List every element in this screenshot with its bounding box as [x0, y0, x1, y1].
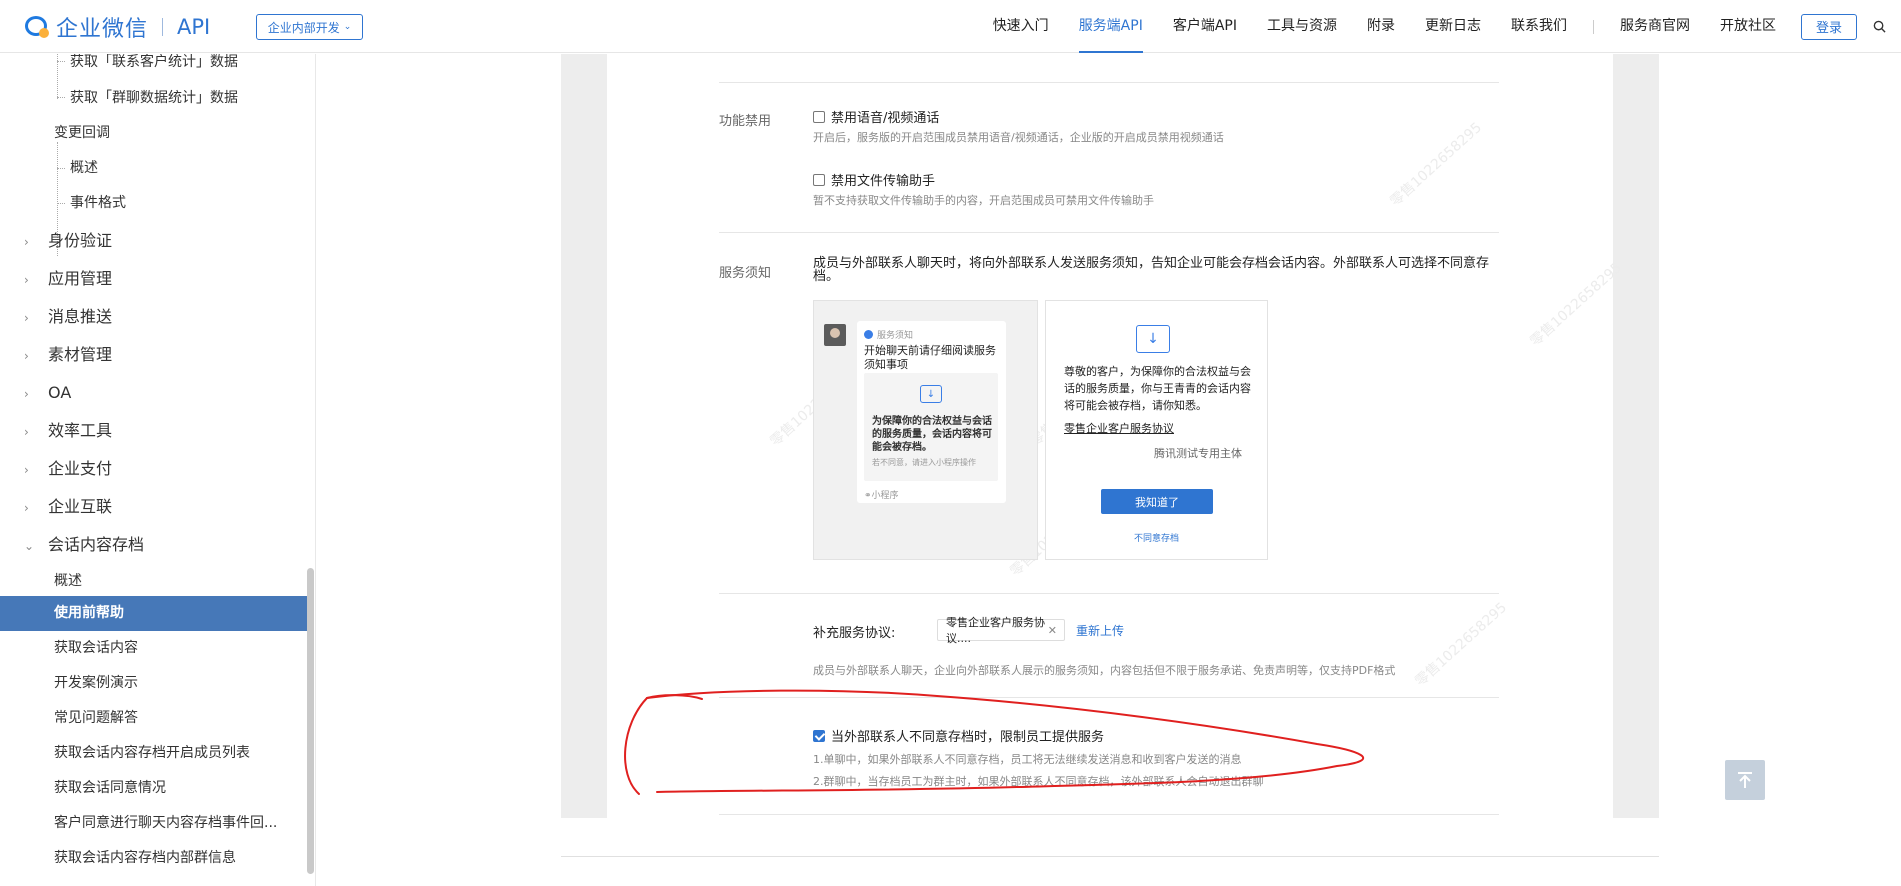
sidebar-item-app-manage[interactable]: › 应用管理 [0, 260, 307, 298]
notice-card: 服务须知 开始聊天前请仔细阅读服务须知事项 ↓ 为保障你的合法权益与会话的服务质… [857, 321, 1006, 503]
option-disable-file-helper-desc: 暂不支持获取文件传输助手的内容，开启范围成员可禁用文件传输助手 [813, 194, 1154, 207]
avatar [824, 324, 846, 346]
main-content: 零售1022658295 零售1022658295 零售1022658295 零… [317, 54, 1901, 886]
disagree-link[interactable]: 不同意存档 [1134, 531, 1179, 544]
sidebar-item-consent[interactable]: 获取会话同意情况 [0, 771, 307, 806]
sidebar: 获取「联系客户统计」数据 获取「群聊数据统计」数据 变更回调 概述 事件格式 ›… [0, 54, 316, 886]
close-icon[interactable]: ✕ [1048, 624, 1057, 637]
chevron-right-icon: › [24, 463, 29, 477]
chevron-right-icon: › [24, 273, 29, 287]
sidebar-item-dev-demo[interactable]: 开发案例演示 [0, 666, 307, 701]
chevron-right-icon: › [24, 349, 29, 363]
notice-dot-icon [864, 330, 873, 339]
chevron-down-icon: ⌄ [24, 539, 35, 553]
sidebar-item-member-list[interactable]: 获取会话内容存档开启成员列表 [0, 736, 307, 771]
mini-program-tag: ⚭小程序 [864, 491, 899, 501]
download-icon: ↓ [920, 385, 942, 403]
entity-name: 腾讯测试专用主体 [1154, 447, 1242, 460]
restrict-desc-1: 1.单聊中，如果外部联系人不同意存档，员工将无法继续发送消息和收到客户发送的消息 [813, 753, 1242, 766]
restrict-desc-2: 2.群聊中，当存档员工为群主时，如果外部联系人不同意存档，该外部联系人会自动退出… [813, 775, 1264, 788]
chevron-down-icon: ⌄ [343, 22, 352, 32]
sidebar-item-chat-archive[interactable]: ⌄ 会话内容存档 [0, 526, 307, 564]
sidebar-item-message-push[interactable]: › 消息推送 [0, 298, 307, 336]
supplement-desc: 成员与外部联系人聊天，企业向外部联系人展示的服务须知，内容包括但不限于服务承诺、… [813, 664, 1396, 677]
nav-server-api[interactable]: 服务端API [1064, 0, 1158, 53]
nav-tools[interactable]: 工具与资源 [1252, 0, 1352, 53]
sidebar-item-faq[interactable]: 常见问题解答 [0, 701, 307, 736]
sidebar-item-change-callback[interactable]: 变更回调 [0, 116, 307, 150]
reupload-link[interactable]: 重新上传 [1076, 622, 1124, 639]
acknowledge-button[interactable]: 我知道了 [1101, 489, 1213, 514]
sidebar-item-group-stats[interactable]: 获取「群聊数据统计」数据 [0, 81, 307, 115]
download-icon: ↓ [1136, 325, 1170, 353]
voice-checkbox[interactable] [813, 111, 825, 123]
option-disable-voice-desc: 开启后，服务版的开启范围成员禁用语音/视频通话，企业版的开启成员禁用视频通话 [813, 131, 1224, 144]
chevron-right-icon: › [24, 235, 29, 249]
sidebar-scrollbar[interactable] [307, 568, 314, 874]
dev-type-select[interactable]: 企业内部开发 ⌄ [256, 14, 363, 40]
login-button[interactable]: 登录 [1801, 13, 1857, 40]
top-header: 企业微信 API 企业内部开发 ⌄ 快速入门 服务端API 客户端API 工具与… [0, 0, 1901, 53]
restrict-service-option[interactable]: 当外部联系人不同意存档时，限制员工提供服务 [813, 726, 1104, 745]
service-agreement-link[interactable]: 零售企业客户服务协议 [1064, 420, 1174, 436]
notice-detail-text: 尊敬的客户，为保障你的合法权益与会话的服务质量，你与王青青的会话内容将可能会被存… [1064, 365, 1251, 412]
sidebar-item-interconnect[interactable]: › 企业互联 [0, 488, 307, 526]
option-disable-voice[interactable]: 禁用语音/视频通话 [813, 107, 939, 126]
sidebar-item-event-format[interactable]: 事件格式 [0, 186, 307, 220]
service-notice-text: 成员与外部联系人聊天时，将向外部联系人发送服务须知，告知企业可能会存档会话内容。… [813, 256, 1490, 284]
sidebar-item-callback-overview[interactable]: 概述 [0, 151, 307, 185]
nav-appendix[interactable]: 附录 [1352, 0, 1410, 53]
search-icon[interactable] [1857, 0, 1901, 53]
nav-community[interactable]: 开放社区 [1705, 0, 1791, 53]
chevron-right-icon: › [24, 387, 29, 401]
sidebar-item-get-chat[interactable]: 获取会话内容 [0, 631, 307, 666]
site-logo[interactable]: 企业微信 API [24, 12, 210, 42]
sidebar-item-consent-event[interactable]: 客户同意进行聊天内容存档事件回... [0, 806, 307, 841]
notice-inner-note: 若不同意，请进入小程序操作 [872, 458, 976, 467]
nav-provider-site[interactable]: 服务商官网 [1605, 0, 1705, 53]
option-disable-file-helper[interactable]: 禁用文件传输助手 [813, 170, 935, 189]
service-notice-label: 服务须知 [719, 266, 772, 281]
file-helper-checkbox[interactable] [813, 174, 825, 186]
nav-changelog[interactable]: 更新日志 [1410, 0, 1496, 53]
logo-api: API [177, 15, 211, 39]
sidebar-item-auth[interactable]: › 身份验证 [0, 222, 307, 260]
logo-text: 企业微信 [56, 17, 149, 42]
link-icon: ⚭ [864, 491, 872, 501]
sidebar-item-media[interactable]: › 素材管理 [0, 336, 307, 374]
arrow-up-icon [1738, 772, 1752, 788]
nav-client-api[interactable]: 客户端API [1158, 0, 1252, 53]
sidebar-item-contact-stats[interactable]: 获取「联系客户统计」数据 [0, 54, 307, 70]
sidebar-item-oa[interactable]: › OA [0, 374, 307, 412]
supplement-label: 补充服务协议: [813, 626, 896, 641]
chevron-right-icon: › [24, 425, 29, 439]
sidebar-item-group-info[interactable]: 获取会话内容存档内部群信息 [0, 841, 307, 876]
feature-disable-label: 功能禁用 [719, 114, 772, 129]
sidebar-item-pre-use-help[interactable]: 使用前帮助 [0, 596, 307, 631]
chevron-right-icon: › [24, 311, 29, 325]
wecom-logo-icon [24, 13, 52, 41]
supplement-file-tag[interactable]: 零售企业客户服务协议.... ✕ [937, 616, 1065, 645]
sidebar-item-archive-overview[interactable]: 概述 [0, 564, 307, 599]
notice-preview-chat: 服务须知 开始聊天前请仔细阅读服务须知事项 ↓ 为保障你的合法权益与会话的服务质… [813, 300, 1038, 560]
notice-preview-detail: ↓ 尊敬的客户，为保障你的合法权益与会话的服务质量，你与王青青的会话内容将可能会… [1045, 300, 1268, 560]
sidebar-item-efficiency[interactable]: › 效率工具 [0, 412, 307, 450]
nav-quickstart[interactable]: 快速入门 [978, 0, 1064, 53]
notice-card-title: 开始聊天前请仔细阅读服务须知事项 [864, 344, 996, 371]
nav-contact[interactable]: 联系我们 [1496, 0, 1582, 53]
sidebar-item-payment[interactable]: › 企业支付 [0, 450, 307, 488]
restrict-checkbox[interactable] [813, 730, 825, 742]
chevron-right-icon: › [24, 501, 29, 515]
main-nav: 快速入门 服务端API 客户端API 工具与资源 附录 更新日志 联系我们 服务… [978, 0, 1901, 53]
back-to-top-button[interactable] [1725, 760, 1765, 800]
notice-inner-text: 为保障你的合法权益与会话的服务质量，会话内容将可能会被存档。 [872, 416, 992, 453]
